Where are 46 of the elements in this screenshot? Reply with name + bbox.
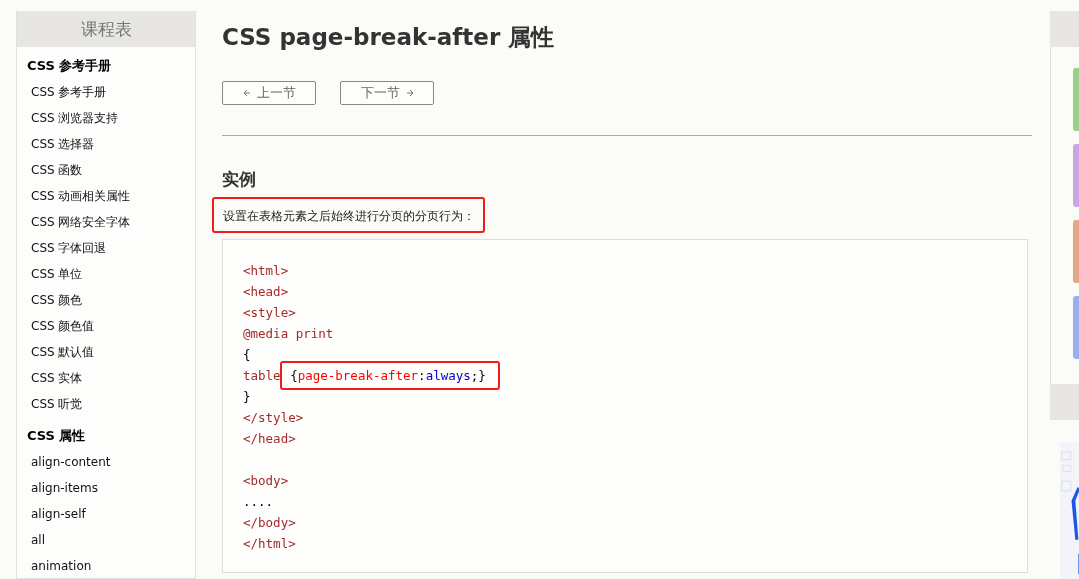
code-text: <style>	[243, 305, 296, 320]
code-text: always	[425, 368, 471, 383]
code-text: page-break-after	[297, 368, 419, 383]
code-text: }	[243, 389, 251, 404]
code-text: </body>	[243, 515, 296, 530]
sidebar-link[interactable]: CSS 字体回退	[27, 235, 195, 261]
code-text: <html>	[243, 263, 289, 278]
left-arrow-icon	[242, 89, 251, 97]
code-text: <body>	[243, 473, 289, 488]
code-text: @media print	[243, 326, 334, 341]
sidebar-link[interactable]: CSS 默认值	[27, 339, 195, 365]
code-text: table	[243, 368, 282, 383]
code-text: </head>	[243, 431, 296, 446]
code-text: {	[290, 368, 298, 383]
sidebar-link[interactable]: align-items	[27, 475, 195, 501]
sidebar-link[interactable]: CSS 实体	[27, 365, 195, 391]
sidebar-link[interactable]: CSS 选择器	[27, 131, 195, 157]
sidebar-link[interactable]: CSS 参考手册	[27, 79, 195, 105]
sidebar-link[interactable]: CSS 网络安全字体	[27, 209, 195, 235]
sidebar-link[interactable]: align-self	[27, 501, 195, 527]
section-heading: CSS 参考手册	[27, 57, 113, 75]
sidebar-link[interactable]: CSS 听觉	[27, 391, 195, 417]
sidebar-link[interactable]: CSS 单位	[27, 261, 195, 287]
code-text: </style>	[243, 410, 304, 425]
code-text: ;}	[470, 368, 486, 383]
code-text: {	[243, 347, 251, 362]
sidebar-link[interactable]: CSS 函数	[27, 157, 195, 183]
sidebar-link[interactable]: CSS 浏览器支持	[27, 105, 195, 131]
section-heading: CSS 属性	[27, 427, 87, 445]
sidebar-link[interactable]: align-content	[27, 449, 195, 475]
next-button[interactable]: 下一节	[340, 81, 434, 105]
sidebar-title: 课程表	[17, 11, 195, 47]
code-text: <head>	[243, 284, 289, 299]
sidebar-link[interactable]: all	[27, 527, 195, 553]
code-text: :	[418, 368, 426, 383]
example-heading: 实例	[222, 168, 257, 191]
code-text: </html>	[243, 536, 296, 551]
sidebar-link[interactable]: CSS 颜色值	[27, 313, 195, 339]
sidebar-link[interactable]: CSS 颜色	[27, 287, 195, 313]
example-description: 设置在表格元素之后始终进行分页的分页行为：	[223, 209, 475, 223]
sidebar-link[interactable]: animation	[27, 553, 195, 579]
previous-button[interactable]: 上一节	[222, 81, 316, 105]
code-text: ....	[243, 494, 274, 509]
right-arrow-icon	[405, 89, 414, 97]
page-title: CSS page-break-after 属性	[222, 23, 556, 52]
sidebar-link[interactable]: CSS 动画相关属性	[27, 183, 195, 209]
